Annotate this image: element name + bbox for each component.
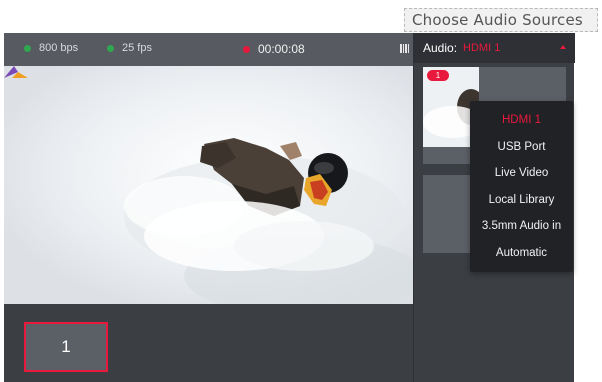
stream-status-bar: 800 bps 25 fps 00:00:08 — [4, 33, 413, 66]
audio-source-selector[interactable]: Audio: HDMI 1 — [414, 33, 575, 63]
audio-option-usb-port[interactable]: USB Port — [470, 134, 573, 161]
audio-option-3-5mm-audio-in[interactable]: 3.5mm Audio in — [470, 213, 573, 240]
audio-label: Audio: — [423, 41, 458, 55]
recording-time: 00:00:08 — [258, 42, 305, 56]
bitrate-indicator: 800 bps — [24, 42, 78, 54]
recording-timer: 00:00:08 — [243, 42, 305, 56]
audio-option-local-library[interactable]: Local Library — [470, 187, 573, 214]
bitrate-value: 800 bps — [39, 42, 79, 54]
bitrate-status-icon — [24, 44, 31, 52]
fps-status-icon — [107, 44, 114, 52]
fps-value: 25 fps — [122, 42, 152, 54]
source-tile-1[interactable]: 1 — [24, 322, 108, 372]
audio-option-automatic[interactable]: Automatic — [470, 240, 573, 267]
audio-option-hdmi-1[interactable]: HDMI 1 — [470, 107, 573, 134]
live-streaming-app: 800 bps 25 fps 00:00:08 1 Audio: HDMI 1 … — [4, 33, 575, 382]
thumbnail-badge: 1 — [427, 70, 449, 81]
source-strip: 1 — [4, 304, 413, 382]
video-preview[interactable] — [4, 66, 413, 304]
choose-audio-sources-tooltip: Choose Audio Sources — [404, 8, 598, 32]
fps-indicator: 25 fps — [107, 42, 152, 54]
snowboarder-image — [4, 66, 413, 304]
signal-bars-icon — [400, 44, 409, 53]
recording-dot-icon — [243, 45, 250, 53]
audio-source-dropdown: HDMI 1 USB Port Live Video Local Library… — [470, 101, 573, 272]
brand-logo-icon — [4, 66, 28, 78]
audio-option-live-video[interactable]: Live Video — [470, 160, 573, 187]
audio-selected-value: HDMI 1 — [463, 42, 501, 54]
chevron-up-icon[interactable] — [560, 45, 566, 49]
